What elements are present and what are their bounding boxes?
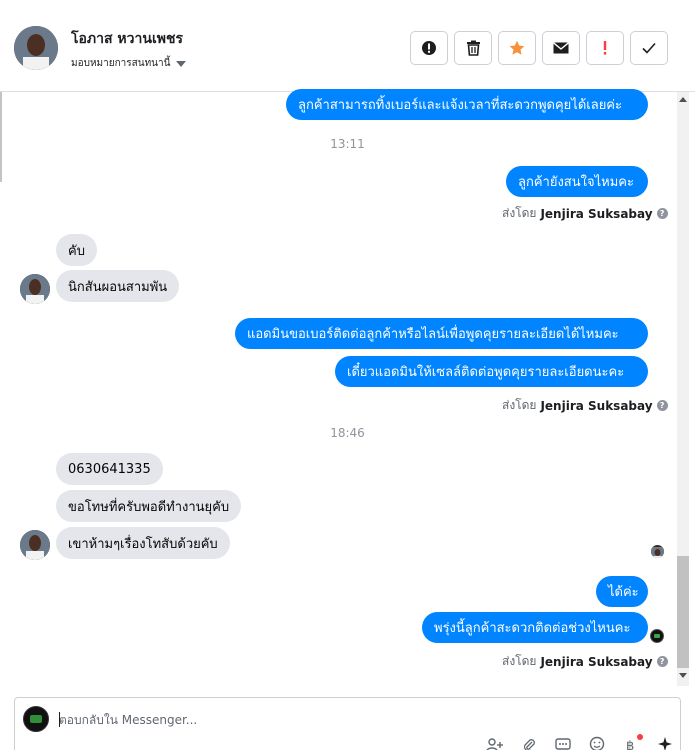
saved-replies-icon[interactable] xyxy=(553,736,573,750)
outgoing-message[interactable]: ได้ค่ะ xyxy=(596,576,648,607)
envelope-icon xyxy=(553,42,569,54)
sent-by-label: ส่งโดย Jenjira Suksabay ? xyxy=(502,204,668,223)
sent-by-prefix: ส่งโดย xyxy=(502,654,537,668)
incoming-message[interactable]: 0630641335 xyxy=(56,453,163,485)
exclamation-icon xyxy=(603,41,607,55)
emoji-icon[interactable] xyxy=(587,736,607,750)
svg-text:฿: ฿ xyxy=(626,739,634,750)
page-read-receipt-avatar xyxy=(650,629,664,643)
done-button[interactable] xyxy=(630,31,668,65)
reply-input[interactable] xyxy=(59,710,599,730)
text-cursor xyxy=(59,712,60,727)
reply-composer: ฿ xyxy=(14,697,681,750)
assign-conversation-dropdown[interactable]: มอบหมายการสนทนานี้ xyxy=(71,56,187,71)
contact-avatar-small xyxy=(20,274,50,304)
outgoing-message[interactable]: เดี๋ยวแอดมินให้เซลล์ติดต่อพูดคุยรายละเอี… xyxy=(335,356,648,387)
outgoing-message[interactable]: พรุ่งนี้ลูกค้าสะดวกติดต่อช่วงไหนคะ xyxy=(422,612,648,643)
star-icon xyxy=(509,40,525,55)
incoming-message[interactable]: ขอโทษที่ครับพอดีทำงานยุคับ xyxy=(56,490,242,522)
conversation-actions xyxy=(410,31,668,65)
outgoing-message[interactable]: ลูกค้าสามารถทิ้งเบอร์และแจ้งเวลาที่สะดวก… xyxy=(286,89,648,120)
page-avatar xyxy=(23,706,49,732)
composer-toolbar: ฿ xyxy=(485,734,675,750)
scroll-up-arrow-icon[interactable] xyxy=(679,97,687,102)
spam-button[interactable] xyxy=(410,31,448,65)
incoming-message[interactable]: นิกสันผอนสามพัน xyxy=(56,270,180,302)
delete-button[interactable] xyxy=(454,31,492,65)
alert-circle-icon xyxy=(422,41,436,55)
mark-unread-button[interactable] xyxy=(542,31,580,65)
sent-by-prefix: ส่งโดย xyxy=(502,206,537,220)
help-icon[interactable]: ? xyxy=(656,208,668,219)
contact-avatar[interactable] xyxy=(14,26,58,70)
trash-icon xyxy=(466,40,480,56)
add-person-icon[interactable] xyxy=(485,736,505,750)
help-icon[interactable]: ? xyxy=(656,656,668,667)
assign-label: มอบหมายการสนทนานี้ xyxy=(71,58,171,69)
sent-by-name: Jenjira Suksabay xyxy=(540,654,653,669)
contact-name[interactable]: โอภาส หวานเพชร xyxy=(71,28,183,50)
payment-icon[interactable]: ฿ xyxy=(621,734,643,750)
scrollbar-thumb[interactable] xyxy=(677,556,689,668)
timestamp: 18:46 xyxy=(330,426,365,440)
sent-by-label: ส่งโดย Jenjira Suksabay ? xyxy=(502,652,668,671)
check-icon xyxy=(642,42,656,54)
follow-up-button[interactable] xyxy=(586,31,624,65)
attachment-icon[interactable] xyxy=(519,736,539,750)
help-icon[interactable]: ? xyxy=(656,400,668,411)
notification-dot xyxy=(637,734,643,740)
sent-by-name: Jenjira Suksabay xyxy=(540,206,653,221)
read-receipt-avatar xyxy=(651,545,664,558)
incoming-message[interactable]: เขาห้ามๆเรื่องโทสับด้วยคับ xyxy=(56,527,230,559)
star-button[interactable] xyxy=(498,31,536,65)
incoming-message[interactable]: คับ xyxy=(56,234,97,266)
outgoing-message[interactable]: แอดมินขอเบอร์ติดต่อลูกค้าหรือไลน์เพื่อพู… xyxy=(235,318,648,349)
chevron-down-icon xyxy=(176,60,187,67)
conversation-header: โอภาส หวานเพชร มอบหมายการสนทนานี้ xyxy=(0,0,695,92)
scroll-down-arrow-icon[interactable] xyxy=(679,673,687,678)
contact-avatar-small xyxy=(20,530,50,560)
sparkle-icon[interactable] xyxy=(655,736,675,750)
sent-by-name: Jenjira Suksabay xyxy=(540,398,653,413)
timestamp: 13:11 xyxy=(330,137,365,151)
sent-by-label: ส่งโดย Jenjira Suksabay ? xyxy=(502,396,668,415)
outgoing-message[interactable]: ลูกค้ายังสนใจไหมคะ xyxy=(506,166,648,197)
sent-by-prefix: ส่งโดย xyxy=(502,398,537,412)
